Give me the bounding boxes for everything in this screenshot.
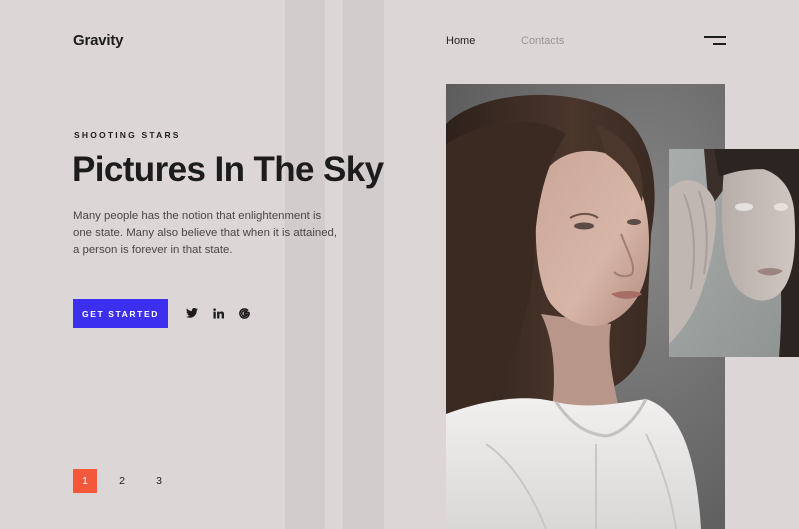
page-2-button[interactable]: 2 bbox=[110, 469, 134, 493]
logo[interactable]: Gravity bbox=[73, 32, 123, 49]
hamburger-menu-icon[interactable] bbox=[704, 36, 726, 48]
decorative-band bbox=[285, 0, 325, 529]
page-3-button[interactable]: 3 bbox=[147, 469, 171, 493]
get-started-button[interactable]: GET STARTED bbox=[73, 299, 168, 328]
hero-title: Pictures In The Sky bbox=[72, 150, 384, 189]
linkedin-icon[interactable] bbox=[211, 306, 225, 320]
secondary-portrait-photo bbox=[669, 149, 799, 357]
menu-line bbox=[704, 36, 726, 38]
menu-line bbox=[713, 43, 726, 45]
nav-home-link[interactable]: Home bbox=[446, 35, 475, 47]
hero-eyebrow: SHOOTING STARS bbox=[74, 130, 181, 140]
page-1-button[interactable]: 1 bbox=[73, 469, 97, 493]
nav-contacts-link[interactable]: Contacts bbox=[521, 35, 564, 47]
landing-page: Gravity Home Contacts SHOOTING STARS Pic… bbox=[0, 0, 799, 529]
google-icon[interactable] bbox=[237, 306, 251, 320]
decorative-band bbox=[343, 0, 384, 529]
hero-description: Many people has the notion that enlighte… bbox=[73, 210, 338, 256]
twitter-icon[interactable] bbox=[185, 306, 199, 320]
